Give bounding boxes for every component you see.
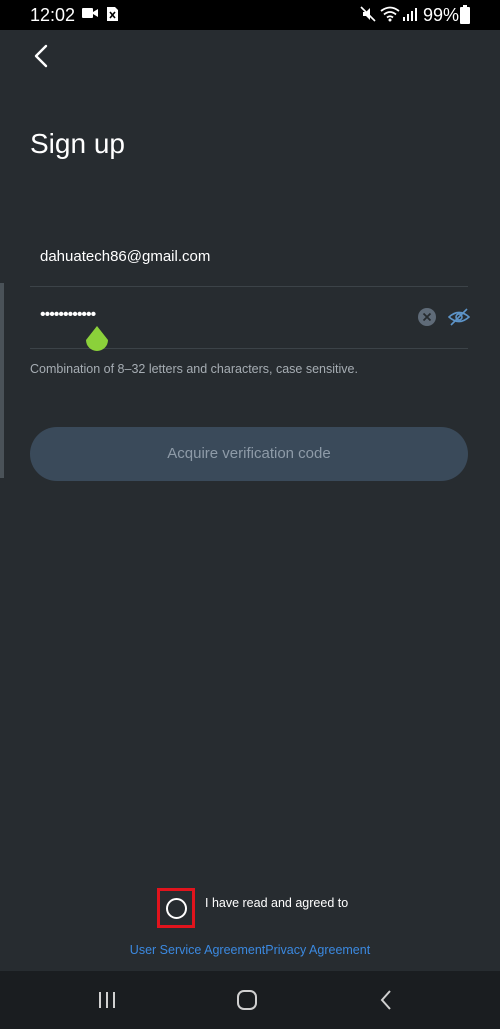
home-icon[interactable]	[232, 985, 262, 1015]
navigation-bar	[0, 971, 500, 1029]
text-cursor-handle[interactable]	[84, 326, 110, 356]
status-bar: 12:02 99%	[0, 0, 500, 30]
mute-icon	[360, 6, 376, 22]
acquire-verification-code-button[interactable]: Acquire verification code	[30, 427, 468, 481]
edge-panel-handle[interactable]	[0, 283, 4, 478]
email-field[interactable]: dahuatech86@gmail.com	[30, 234, 468, 287]
recent-apps-icon[interactable]	[92, 985, 122, 1015]
wifi-icon	[380, 6, 400, 22]
agreement-text: I have read and agreed to	[205, 896, 349, 910]
page-title: Sign up	[30, 128, 125, 159]
password-hint: Combination of 8–32 letters and characte…	[30, 362, 358, 376]
agreement-checkbox[interactable]	[157, 888, 195, 928]
back-button[interactable]	[28, 42, 56, 70]
privacy-agreement-link[interactable]: Privacy Agreement	[265, 943, 370, 957]
signal-icon	[403, 8, 417, 21]
hide-password-icon[interactable]	[448, 306, 470, 328]
battery-icon	[460, 5, 470, 24]
sim-icon	[107, 7, 118, 21]
status-time: 12:02	[30, 5, 76, 25]
email-value: dahuatech86@gmail.com	[40, 248, 211, 265]
agreement-links: User Service AgreementPrivacy Agreement	[0, 943, 500, 957]
radio-circle-icon	[166, 898, 187, 919]
password-value: ••••••••••••	[40, 306, 96, 323]
sign-up-screen: 12:02 99% Sign up dahuatech86@gmail.com …	[0, 0, 500, 1029]
video-icon	[82, 8, 98, 18]
user-service-agreement-link[interactable]: User Service Agreement	[130, 943, 265, 957]
clear-icon[interactable]	[418, 308, 436, 326]
battery-percentage: 99%	[423, 5, 460, 25]
back-icon[interactable]	[372, 985, 402, 1015]
